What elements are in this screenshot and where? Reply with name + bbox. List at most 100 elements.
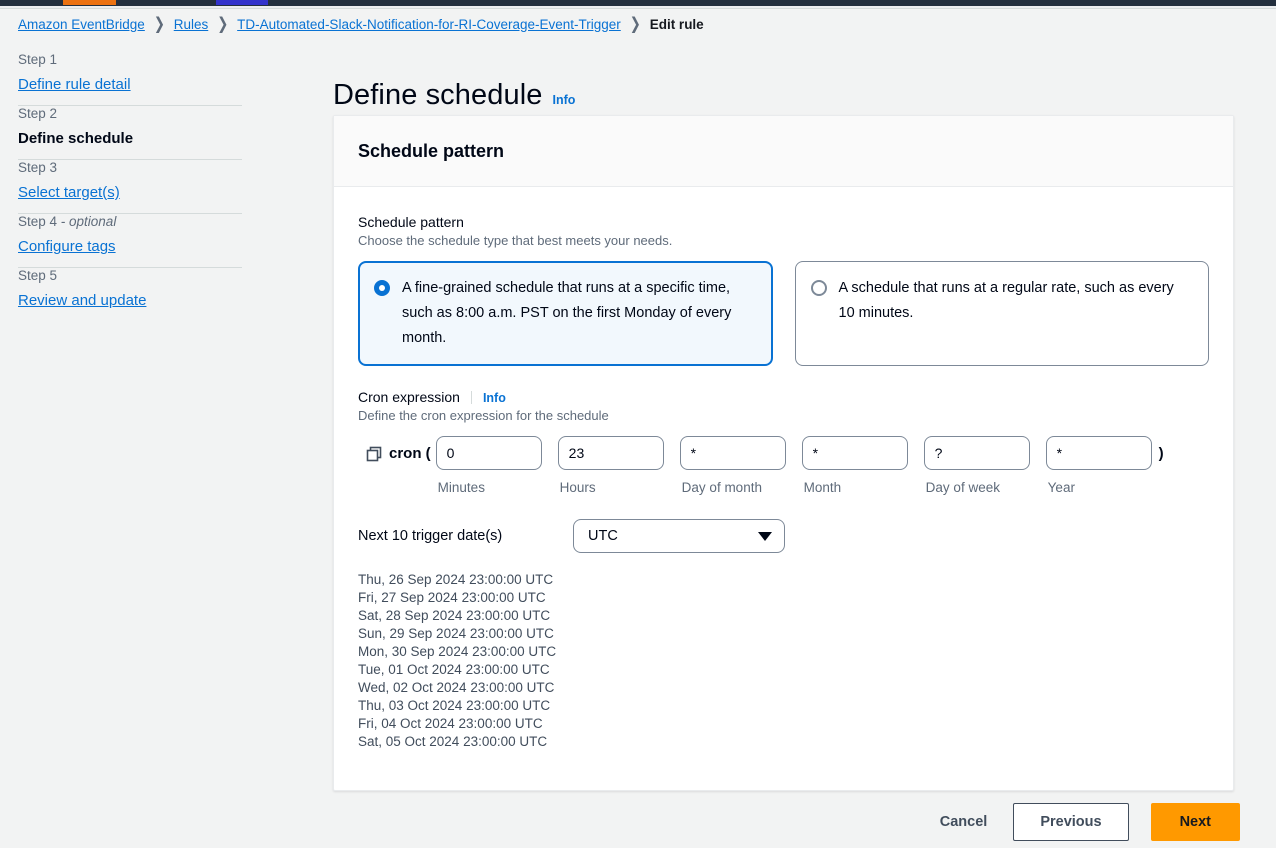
schedule-pattern-option-1[interactable]: A schedule that runs at a regular rate, … (794, 261, 1209, 366)
trigger-date-item: Thu, 26 Sep 2024 23:00:00 UTC (358, 572, 554, 587)
trigger-date-item: Sat, 28 Sep 2024 23:00:00 UTC (358, 608, 551, 623)
trigger-date-item: Tue, 01 Oct 2024 23:00:00 UTC (358, 662, 550, 677)
step-number-text: Step 2 (18, 106, 58, 121)
timezone-select[interactable]: UTC (573, 519, 785, 553)
trigger-dates-list: Thu, 26 Sep 2024 23:00:00 UTC Fri, 27 Sep… (358, 571, 1209, 751)
page-title: Define schedule (333, 79, 543, 112)
step-number: Step 5 (18, 268, 240, 283)
chrome-tab-orange[interactable] (63, 0, 116, 5)
trigger-date-item: Wed, 02 Oct 2024 23:00:00 UTC (358, 680, 555, 695)
page-info-link[interactable]: Info (552, 93, 575, 107)
radio-button-0[interactable] (374, 280, 390, 296)
timezone-select-value: UTC (588, 528, 618, 544)
label-divider (470, 391, 472, 404)
cron-sublabel: Day of month (681, 480, 762, 495)
cron-input-month[interactable] (801, 436, 908, 470)
schedule-pattern-option-label: A fine-grained schedule that runs at a s… (402, 280, 732, 346)
cron-fields: Minutes Hours Day of month Month Day of week… (431, 436, 1152, 495)
cron-input-minutes[interactable] (435, 436, 542, 470)
cron-field-day-of-month: Day of month (679, 436, 786, 495)
cron-field-minutes: Minutes (435, 436, 542, 495)
cron-field-year: Year (1045, 436, 1152, 495)
wizard-footer: Cancel Previous Next (300, 796, 1276, 848)
cron-sublabel: Day of week (925, 480, 1000, 495)
step-number: Step 1 (18, 52, 240, 67)
trigger-date-item: Mon, 30 Sep 2024 23:00:00 UTC (358, 644, 557, 659)
previous-button[interactable]: Previous (1013, 803, 1129, 841)
cron-open-paren: cron ( (389, 445, 431, 462)
trigger-date-item: Fri, 27 Sep 2024 23:00:00 UTC (358, 590, 546, 605)
breadcrumb-item-3: Edit rule (649, 16, 704, 32)
trigger-date-item: Thu, 03 Oct 2024 23:00:00 UTC (358, 698, 551, 713)
sidebar-step-link-1[interactable]: Define rule detail (18, 76, 240, 93)
schedule-pattern-card: Schedule pattern Schedule pattern Choose… (333, 115, 1234, 791)
step-number: Step 4 - optional (18, 214, 240, 229)
cron-field-month: Month (801, 436, 908, 495)
copy-icon[interactable] (366, 446, 383, 463)
cron-field-gap (786, 436, 799, 495)
sidebar-step-link-5[interactable]: Review and update (18, 292, 240, 309)
sidebar-step-link-2: Define schedule (18, 130, 134, 147)
card-header-title: Schedule pattern (358, 140, 505, 161)
chevron-down-icon (758, 531, 772, 541)
cron-sublabel: Year (1047, 480, 1075, 495)
radio-button-1[interactable] (810, 280, 827, 296)
next-trigger-dates-row: Next 10 trigger date(s) UTC (358, 519, 1209, 553)
step-number-text: Step 4 (18, 214, 58, 229)
cron-field-gap (908, 436, 921, 495)
cron-input-hours[interactable] (557, 436, 664, 470)
schedule-pattern-description: Choose the schedule type that best meets… (358, 233, 673, 248)
cron-expression-section: Cron expression Info Define the cron exp… (358, 389, 1209, 495)
cron-expression-label: Cron expression (358, 389, 460, 405)
cancel-button[interactable]: Cancel (936, 806, 992, 838)
trigger-date-item: Sun, 29 Sep 2024 23:00:00 UTC (358, 626, 554, 641)
cron-close-paren: ) (1158, 445, 1164, 462)
breadcrumb-item-2[interactable]: TD-Automated-Slack-Notification-for-RI-C… (237, 17, 621, 32)
card-header: Schedule pattern (334, 116, 1233, 187)
cron-input-day-of-week[interactable] (923, 436, 1030, 470)
schedule-pattern-option-0[interactable]: A fine-grained schedule that runs at a s… (358, 261, 773, 366)
wizard-step-4: Step 4 - optional Configure tags (18, 214, 240, 267)
schedule-pattern-label: Schedule pattern (358, 214, 464, 230)
main-content: Define schedule Info Schedule pattern Sc… (300, 46, 1276, 841)
step-number-text: Step 1 (18, 52, 58, 67)
breadcrumb-separator: ❯ (217, 14, 229, 33)
cron-sublabel: Hours (559, 480, 596, 495)
cron-sublabel: Minutes (437, 480, 485, 495)
cron-expression-row: cron ( Minutes Hours Day of month Month Day … (358, 436, 1209, 495)
schedule-pattern-radio-group: A fine-grained schedule that runs at a s… (358, 261, 1209, 366)
card-body: Schedule pattern Choose the schedule typ… (334, 187, 1233, 751)
next-button[interactable]: Next (1150, 803, 1240, 841)
cron-input-year[interactable] (1045, 436, 1152, 470)
wizard-step-3: Step 3 Select target(s) (18, 160, 240, 213)
sidebar-step-link-4[interactable]: Configure tags (18, 238, 240, 255)
wizard-step-5: Step 5 Review and update (18, 268, 240, 321)
breadcrumb: Amazon EventBridge ❯ Rules ❯ TD-Automated-Sl… (0, 9, 1276, 39)
next-trigger-dates-label: Next 10 trigger date(s) (358, 528, 503, 544)
trigger-date-item: Fri, 04 Oct 2024 23:00:00 UTC (358, 716, 543, 731)
breadcrumb-separator: ❯ (153, 14, 165, 33)
cron-field-gap (1030, 436, 1043, 495)
cron-field-gap (542, 436, 555, 495)
cron-sublabel: Month (803, 480, 842, 495)
cron-info-link[interactable]: Info (483, 391, 506, 405)
step-optional-text: - optional (57, 214, 117, 229)
step-number-text: Step 3 (18, 160, 58, 175)
step-number-text: Step 5 (18, 268, 58, 283)
wizard-sidebar: Step 1 Define rule detail Step 2 Define sch… (0, 46, 260, 802)
sidebar-step-link-3[interactable]: Select target(s) (18, 184, 240, 201)
breadcrumb-separator: ❯ (629, 14, 641, 33)
schedule-pattern-option-label: A schedule that runs at a regular rate, … (838, 280, 1174, 321)
step-number: Step 2 (18, 106, 240, 121)
step-number: Step 3 (18, 160, 240, 175)
wizard-step-2: Step 2 Define schedule (18, 106, 240, 159)
trigger-date-item: Sat, 05 Oct 2024 23:00:00 UTC (358, 734, 548, 749)
cron-label-row: Cron expression Info (358, 389, 1209, 405)
cron-input-day-of-month[interactable] (679, 436, 786, 470)
cron-expression-description: Define the cron expression for the sched… (358, 408, 609, 423)
breadcrumb-item-1[interactable]: Rules (174, 17, 209, 32)
breadcrumb-item-0[interactable]: Amazon EventBridge (18, 17, 145, 32)
cron-field-hours: Hours (557, 436, 664, 495)
chrome-tab-blue[interactable] (216, 0, 268, 5)
cron-field-day-of-week: Day of week (923, 436, 1030, 495)
